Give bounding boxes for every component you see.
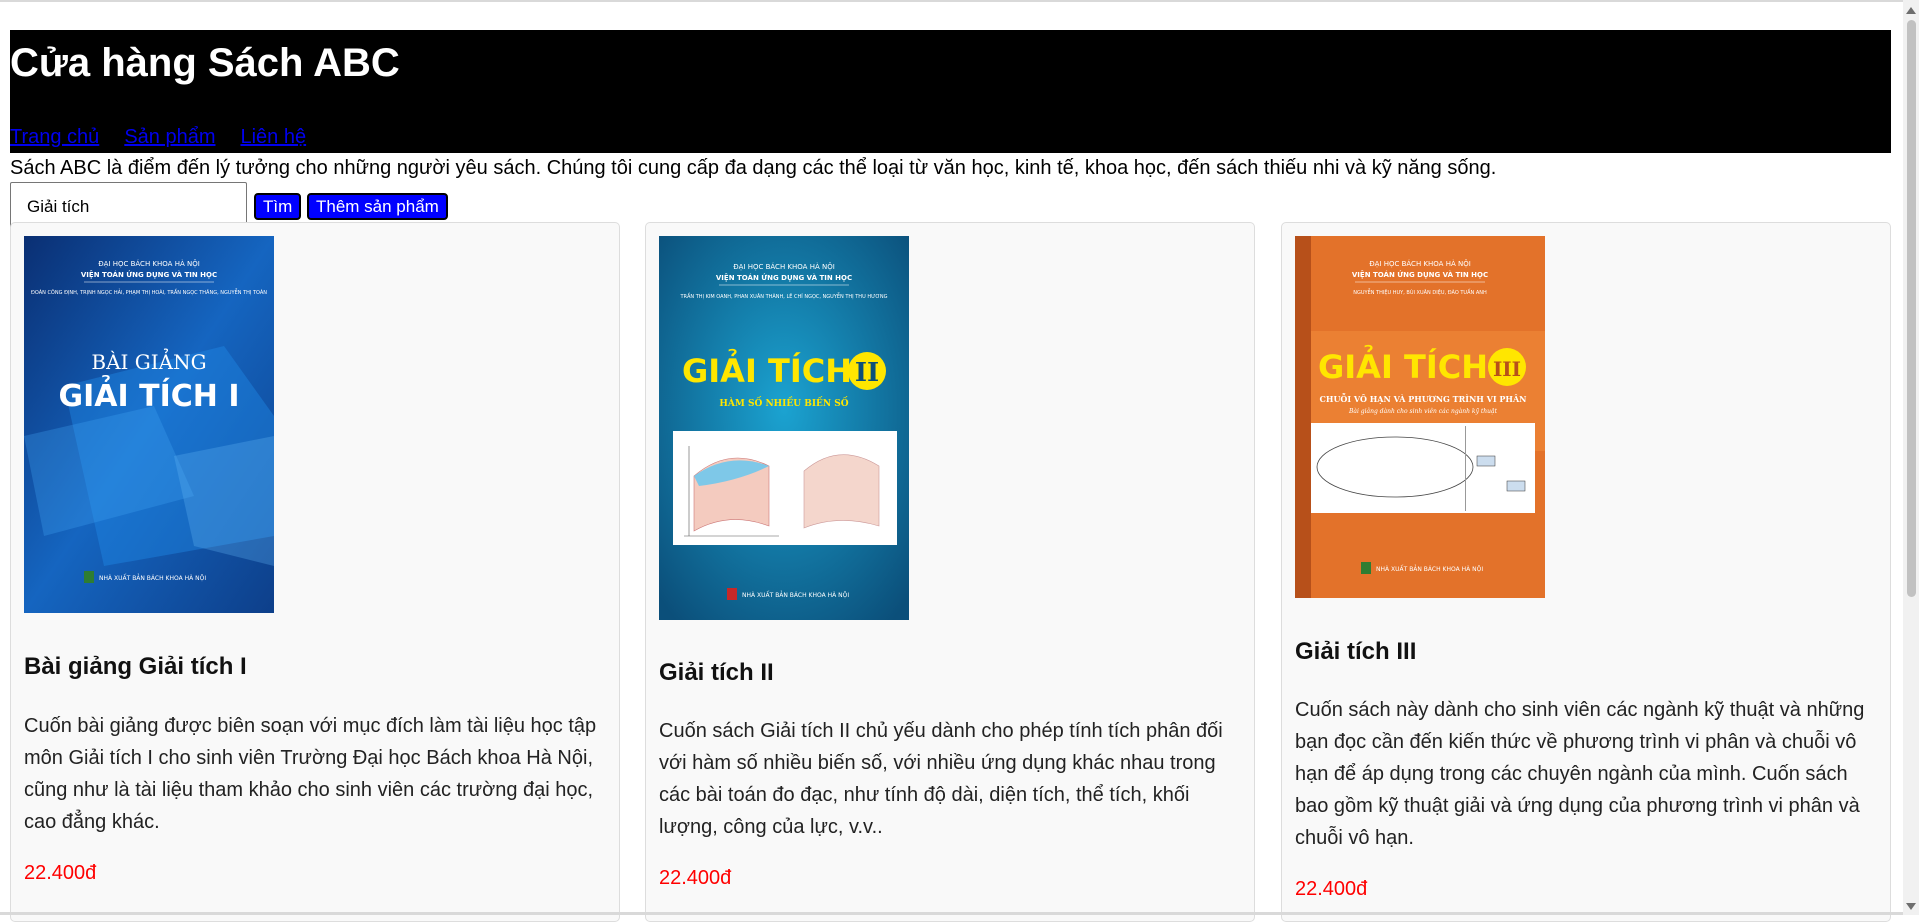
book-cover-giai-tich-1: ĐẠI HỌC BÁCH KHOA HÀ NỘI VIỆN TOÁN ỨNG D… [24,236,274,613]
svg-text:GIẢI TÍCH: GIẢI TÍCH [1318,345,1488,386]
product-price: 22.400đ [1295,878,1368,900]
product-title[interactable]: Bài giảng Giải tích I [24,652,247,682]
book-cover-giai-tich-3: ĐẠI HỌC BÁCH KHOA HÀ NỘI VIỆN TOÁN ỨNG D… [1295,236,1545,598]
scroll-up-icon[interactable] [1906,7,1916,14]
vertical-scrollbar[interactable] [1903,0,1919,915]
svg-text:II: II [855,358,879,388]
scrollbar-thumb[interactable] [1907,20,1916,597]
nav-link-products[interactable]: Sản phẩm [124,123,215,151]
product-card[interactable]: ĐẠI HỌC BÁCH KHOA HÀ NỘI VIỆN TOÁN ỨNG D… [1281,222,1891,922]
svg-text:TRẦN THỊ KIM OANH, PHAN XUÂN T: TRẦN THỊ KIM OANH, PHAN XUÂN THÀNH, LÊ C… [679,292,887,300]
site-title: Cửa hàng Sách ABC [10,41,400,85]
svg-text:ĐẠI HỌC BÁCH KHOA HÀ NỘI: ĐẠI HỌC BÁCH KHOA HÀ NỘI [98,259,200,268]
svg-text:III: III [1493,357,1521,381]
nav-link-home[interactable]: Trang chủ [10,123,99,151]
book-cover-giai-tich-2: ĐẠI HỌC BÁCH KHOA HÀ NỘI VIỆN TOÁN ỨNG D… [659,236,909,620]
site-header: Cửa hàng Sách ABC Trang chủ Sản phẩm Liê… [10,30,1891,153]
svg-text:ĐẠI HỌC BÁCH KHOA HÀ NỘI: ĐẠI HỌC BÁCH KHOA HÀ NỘI [733,262,835,271]
svg-text:GIẢI TÍCH: GIẢI TÍCH [682,349,852,390]
product-description: Cuốn sách này dành cho sinh viên các ngà… [1295,699,1865,849]
product-description: Cuốn bài giảng được biên soạn với mục đí… [24,715,597,833]
product-card[interactable]: ĐẠI HỌC BÁCH KHOA HÀ NỘI VIỆN TOÁN ỨNG D… [645,222,1255,922]
book-cover-image[interactable]: ĐẠI HỌC BÁCH KHOA HÀ NỘI VIỆN TOÁN ỨNG D… [1295,236,1545,598]
product-description: Cuốn sách Giải tích II chủ yếu dành cho … [659,720,1223,838]
svg-text:CHUỖI VÔ HẠN VÀ PHƯƠNG TRÌNH V: CHUỖI VÔ HẠN VÀ PHƯƠNG TRÌNH VI PHÂN [1320,393,1527,404]
svg-text:GIẢI TÍCH I: GIẢI TÍCH I [59,375,240,414]
product-title[interactable]: Giải tích III [1295,637,1416,667]
product-price: 22.400đ [659,867,732,889]
main-nav: Trang chủ Sản phẩm Liên hệ [10,123,306,151]
product-title[interactable]: Giải tích II [659,658,774,688]
svg-text:VIỆN TOÁN ỨNG DỤNG VÀ TIN HỌC: VIỆN TOÁN ỨNG DỤNG VÀ TIN HỌC [716,273,852,282]
nav-link-contact[interactable]: Liên hệ [240,123,306,151]
search-button[interactable]: Tìm [254,193,302,220]
product-card[interactable]: ĐẠI HỌC BÁCH KHOA HÀ NỘI VIỆN TOÁN ỨNG D… [10,222,620,922]
svg-text:NHÀ XUẤT BẢN BÁCH KHOA HÀ NỘI: NHÀ XUẤT BẢN BÁCH KHOA HÀ NỘI [1376,565,1483,573]
svg-text:BÀI GIẢNG: BÀI GIẢNG [91,348,206,374]
product-price: 22.400đ [24,862,97,884]
svg-text:NHÀ XUẤT BẢN BÁCH KHOA HÀ NỘI: NHÀ XUẤT BẢN BÁCH KHOA HÀ NỘI [742,591,849,599]
book-cover-image[interactable]: ĐẠI HỌC BÁCH KHOA HÀ NỘI VIỆN TOÁN ỨNG D… [24,236,274,613]
intro-text: Sách ABC là điểm đến lý tưởng cho những … [10,157,1497,179]
svg-text:Bài giảng dành cho sinh viên c: Bài giảng dành cho sinh viên các ngành k… [1348,408,1498,415]
svg-text:VIỆN TOÁN ỨNG DỤNG VÀ TIN HỌC: VIỆN TOÁN ỨNG DỤNG VÀ TIN HỌC [81,270,217,279]
add-product-button[interactable]: Thêm sản phẩm [307,193,448,220]
svg-text:NHÀ XUẤT BẢN BÁCH KHOA HÀ NỘI: NHÀ XUẤT BẢN BÁCH KHOA HÀ NỘI [99,574,206,582]
svg-text:ĐẠI HỌC BÁCH KHOA HÀ NỘI: ĐẠI HỌC BÁCH KHOA HÀ NỘI [1369,259,1471,268]
top-border [0,0,1919,2]
svg-text:NGUYỄN THIỆU HUY, BÙI XUÂN DIỆ: NGUYỄN THIỆU HUY, BÙI XUÂN DIỆU, ĐÀO TUẤ… [1353,288,1487,296]
page-content: Cửa hàng Sách ABC Trang chủ Sản phẩm Liê… [10,30,1891,237]
product-grid: ĐẠI HỌC BÁCH KHOA HÀ NỘI VIỆN TOÁN ỨNG D… [10,222,1891,922]
svg-text:ĐOÀN CÔNG ĐỊNH, TRỊNH NGỌC HẢI: ĐOÀN CÔNG ĐỊNH, TRỊNH NGỌC HẢI, PHẠM THỊ… [31,288,267,296]
scroll-down-icon[interactable] [1906,903,1916,910]
book-cover-image[interactable]: ĐẠI HỌC BÁCH KHOA HÀ NỘI VIỆN TOÁN ỨNG D… [659,236,909,620]
svg-text:VIỆN TOÁN ỨNG DỤNG VÀ TIN HỌC: VIỆN TOÁN ỨNG DỤNG VÀ TIN HỌC [1352,270,1488,279]
